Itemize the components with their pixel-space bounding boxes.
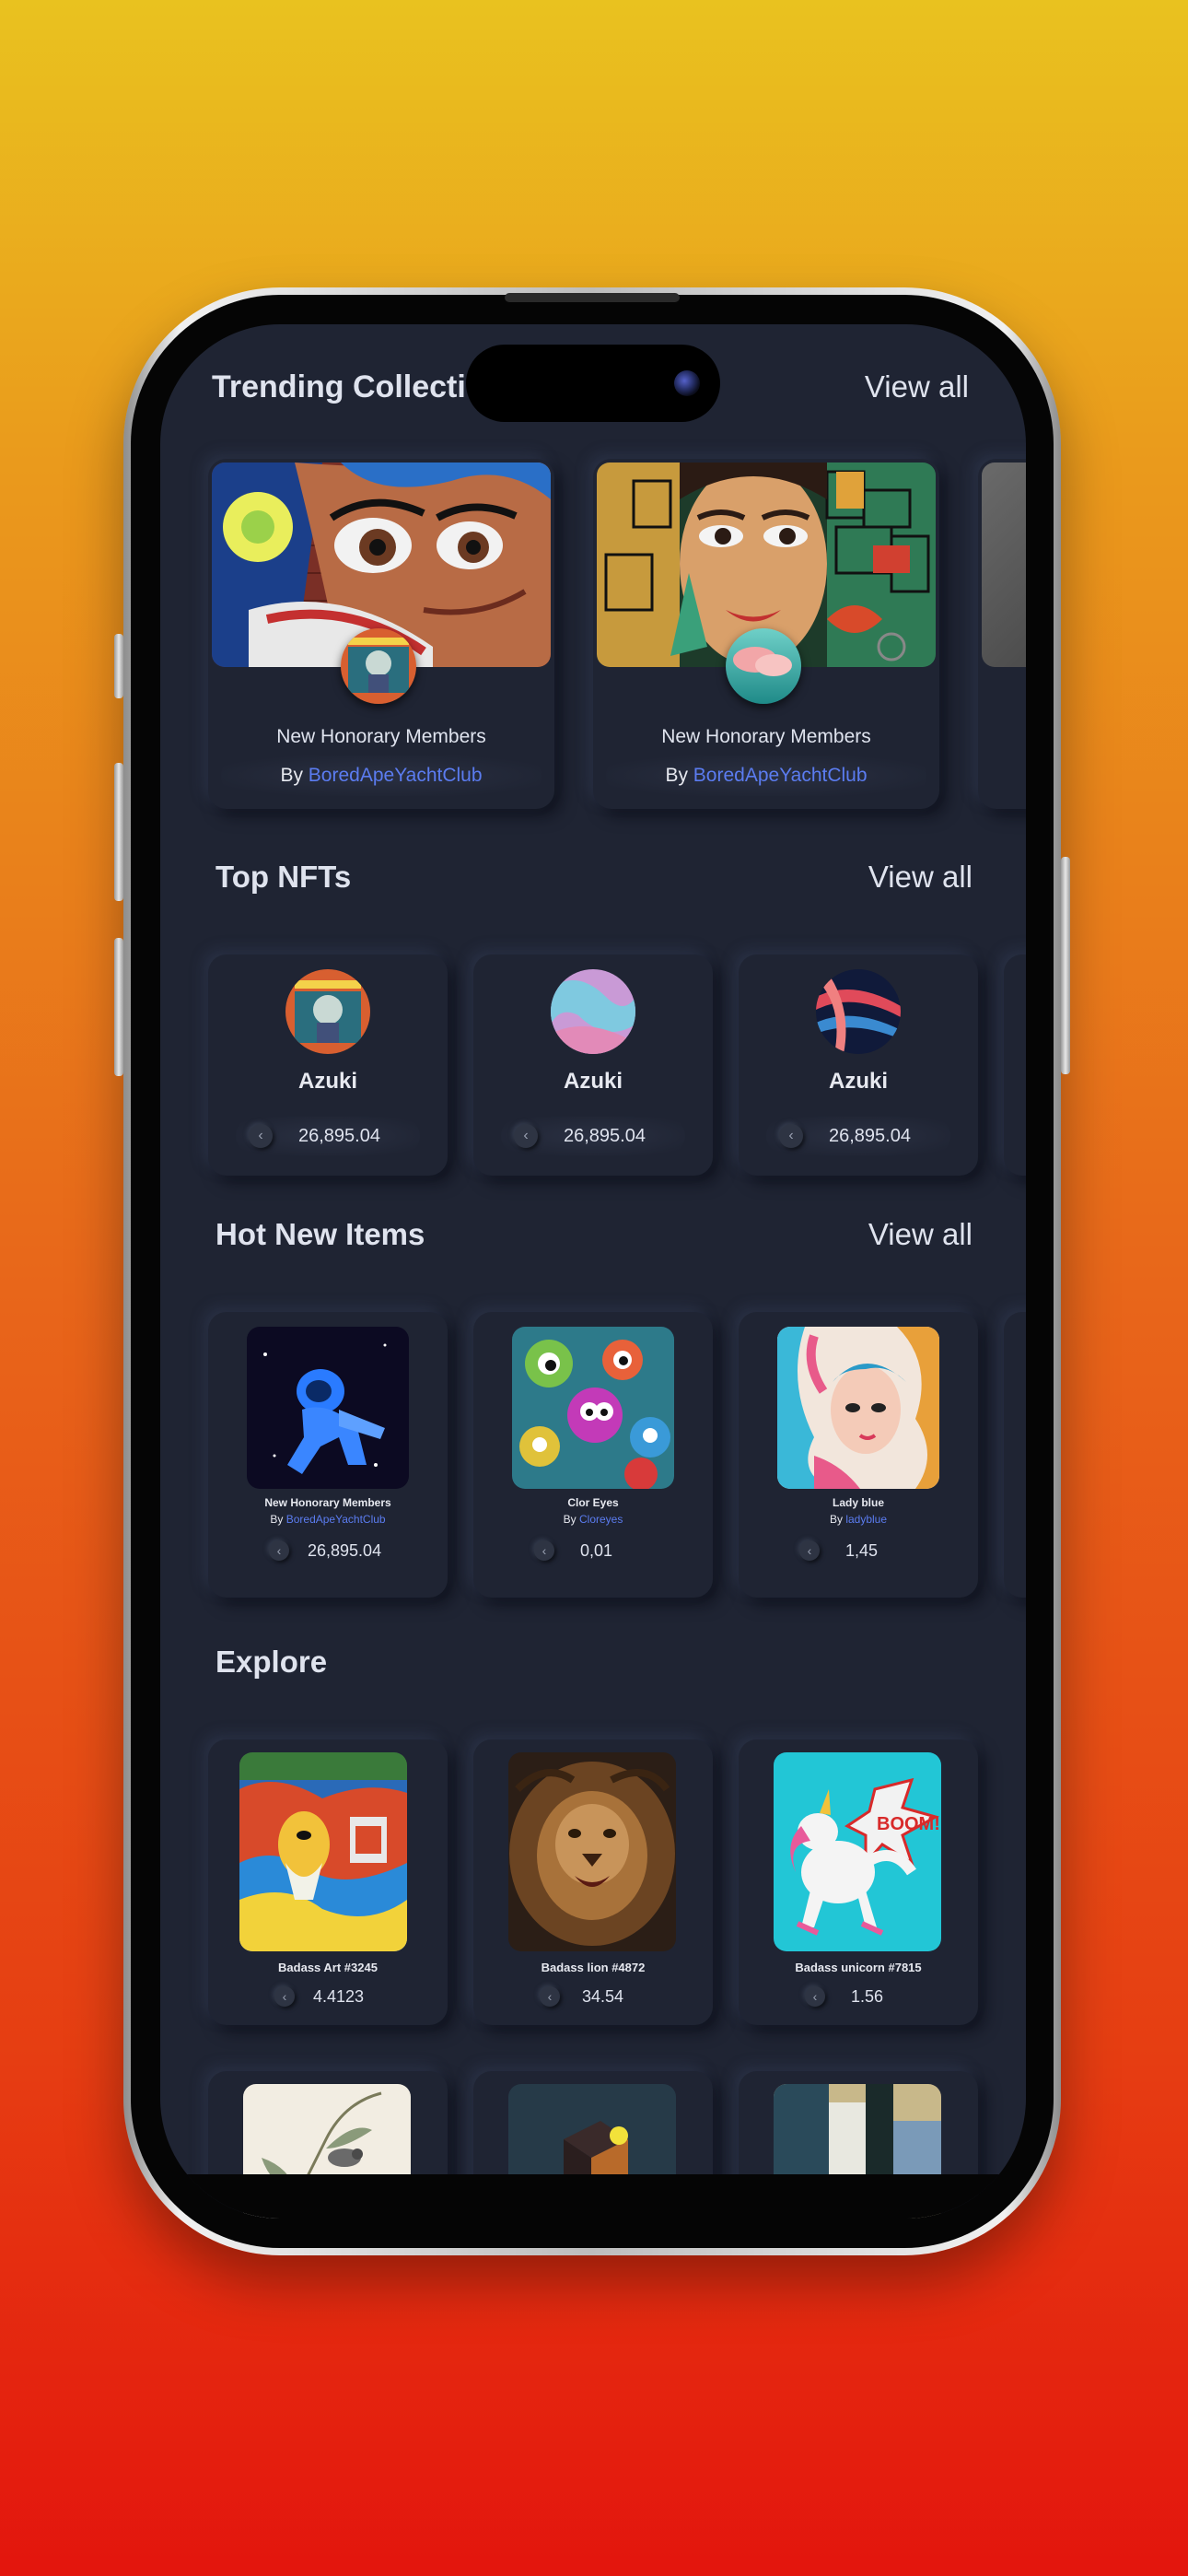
explore-item-name: Badass Art #3245 bbox=[278, 1961, 378, 1974]
price-value: 4.4123 bbox=[313, 1986, 365, 2006]
creator-link[interactable]: ladyblue bbox=[845, 1513, 887, 1526]
top-nfts-title: Top NFTs bbox=[215, 860, 352, 894]
speaker-grille bbox=[505, 293, 680, 302]
price-value: 0,01 bbox=[580, 1540, 613, 1560]
by-label: By bbox=[270, 1513, 286, 1526]
ethereum-icon: ‹ bbox=[805, 1986, 825, 2007]
creator-link[interactable]: BoredApeYachtClub bbox=[693, 765, 868, 786]
hot-item-card[interactable]: Lady blue By ladyblue ‹ 1,45 bbox=[739, 1312, 978, 1598]
hot-item-card[interactable] bbox=[1004, 1312, 1026, 1598]
screen-bottom-edge bbox=[160, 2174, 1026, 2219]
explore-item-name: Badass unicorn #7815 bbox=[795, 1961, 922, 1974]
ethereum-icon: ‹ bbox=[514, 1124, 538, 1148]
explore-title: Explore bbox=[215, 1645, 328, 1679]
app-screen: Trending Collection View all New Honorar… bbox=[160, 324, 1026, 2219]
trending-card[interactable]: New Honorary Members By BoredApeYachtClu… bbox=[593, 459, 939, 809]
top-nfts-view-all-link[interactable]: View all bbox=[868, 860, 973, 895]
hot-item-name: Lady blue bbox=[832, 1496, 884, 1509]
top-nft-name: Azuki bbox=[563, 1069, 623, 1094]
hot-new-view-all-link[interactable]: View all bbox=[868, 1217, 973, 1252]
by-label: By bbox=[665, 765, 693, 786]
top-nft-card[interactable]: Azuki ‹ 26,895.04 bbox=[473, 954, 713, 1176]
hot-item-creator: By Cloreyes bbox=[473, 1513, 713, 1526]
trending-title: Trending Collection bbox=[212, 369, 505, 404]
ethereum-icon: ‹ bbox=[534, 1540, 554, 1561]
svg-text:BOOM!!: BOOM!! bbox=[877, 1814, 941, 1834]
dynamic-island bbox=[466, 345, 720, 422]
power-button bbox=[1061, 857, 1070, 1074]
hot-item-image bbox=[777, 1327, 939, 1489]
price-row: ‹ 34.54 bbox=[540, 1986, 623, 2007]
hot-item-creator: By ladyblue bbox=[739, 1513, 978, 1526]
trending-card-name: New Honorary Members bbox=[661, 726, 871, 747]
price-row: ‹ 1.56 bbox=[805, 1986, 883, 2007]
explore-item-name: Badass lion #4872 bbox=[541, 1961, 646, 1974]
top-nft-card[interactable]: Azuki ‹ 26,895.04 bbox=[739, 954, 978, 1176]
explore-card[interactable]: BOOM!! Badass unicorn #7815 ‹ 1.56 bbox=[739, 1739, 978, 2025]
trending-card[interactable] bbox=[978, 459, 1026, 809]
top-nft-card[interactable]: Azuki ‹ 26,895.04 bbox=[208, 954, 448, 1176]
by-label: By bbox=[829, 1513, 846, 1526]
top-nft-name: Azuki bbox=[297, 1069, 357, 1094]
ethereum-icon: ‹ bbox=[274, 1986, 295, 2007]
price-pill: ‹ 26,895.04 bbox=[766, 1117, 950, 1155]
price-value: 1.56 bbox=[851, 1986, 884, 2006]
price-value: 26,895.04 bbox=[308, 1540, 382, 1560]
ethereum-icon: ‹ bbox=[799, 1540, 820, 1561]
hot-item-image bbox=[247, 1327, 409, 1489]
price-row: ‹ 4.4123 bbox=[274, 1986, 364, 2007]
trending-card-image bbox=[982, 463, 1026, 667]
ethereum-icon: ‹ bbox=[779, 1124, 803, 1148]
volume-down-button bbox=[114, 938, 123, 1076]
hot-item-card[interactable]: Clor Eyes By Cloreyes ‹ 0,01 bbox=[473, 1312, 713, 1598]
explore-item-image: BOOM!! bbox=[774, 1752, 941, 1951]
ethereum-icon: ‹ bbox=[540, 1986, 560, 2007]
explore-item-image bbox=[239, 1752, 407, 1951]
price-value: 26,895.04 bbox=[564, 1125, 646, 1146]
price-row: ‹ 0,01 bbox=[534, 1540, 612, 1561]
top-nft-avatar bbox=[816, 969, 901, 1054]
trending-view-all-link[interactable]: View all bbox=[865, 369, 969, 404]
price-row: ‹ 26,895.04 bbox=[269, 1540, 381, 1561]
hot-new-title: Hot New Items bbox=[215, 1217, 425, 1251]
price-pill: ‹ 26,895.04 bbox=[236, 1117, 420, 1155]
explore-card[interactable]: Badass lion #4872 ‹ 34.54 bbox=[473, 1739, 713, 2025]
creator-link[interactable]: BoredApeYachtClub bbox=[286, 1513, 386, 1526]
top-nft-card[interactable] bbox=[1004, 954, 1026, 1176]
hot-item-card[interactable]: New Honorary Members By BoredApeYachtClu… bbox=[208, 1312, 448, 1598]
explore-item-image bbox=[508, 1752, 676, 1951]
explore-card[interactable]: Badass Art #3245 ‹ 4.4123 bbox=[208, 1739, 448, 2025]
price-row: ‹ 1,45 bbox=[799, 1540, 878, 1561]
top-nft-avatar bbox=[285, 969, 370, 1054]
hot-item-image bbox=[512, 1327, 674, 1489]
by-label: By bbox=[280, 765, 309, 786]
by-label: By bbox=[563, 1513, 579, 1526]
price-value: 26,895.04 bbox=[298, 1125, 380, 1146]
hot-item-creator: By BoredApeYachtClub bbox=[208, 1513, 448, 1526]
front-camera-icon bbox=[674, 370, 700, 396]
price-pill: ‹ 26,895.04 bbox=[501, 1117, 685, 1155]
top-nft-avatar bbox=[551, 969, 635, 1054]
top-nft-name: Azuki bbox=[828, 1069, 888, 1094]
trending-card[interactable]: New Honorary Members By BoredApeYachtClu… bbox=[208, 459, 554, 809]
ethereum-icon: ‹ bbox=[269, 1540, 289, 1561]
price-value: 34.54 bbox=[582, 1986, 624, 2006]
price-value: 1,45 bbox=[845, 1540, 879, 1560]
trending-card-avatar bbox=[726, 628, 801, 704]
trending-card-creator-pill[interactable]: By BoredApeYachtClub bbox=[606, 755, 926, 796]
trending-card-name: New Honorary Members bbox=[276, 726, 486, 747]
ethereum-icon: ‹ bbox=[249, 1124, 273, 1148]
price-value: 26,895.04 bbox=[829, 1125, 911, 1146]
volume-up-button bbox=[114, 763, 123, 901]
hot-item-name: New Honorary Members bbox=[264, 1496, 391, 1509]
creator-link[interactable]: BoredApeYachtClub bbox=[309, 765, 483, 786]
hot-item-name: Clor Eyes bbox=[567, 1496, 619, 1509]
action-button bbox=[114, 634, 123, 698]
trending-card-avatar bbox=[341, 628, 416, 704]
creator-link[interactable]: Cloreyes bbox=[579, 1513, 623, 1526]
trending-card-creator-pill[interactable]: By BoredApeYachtClub bbox=[221, 755, 542, 796]
